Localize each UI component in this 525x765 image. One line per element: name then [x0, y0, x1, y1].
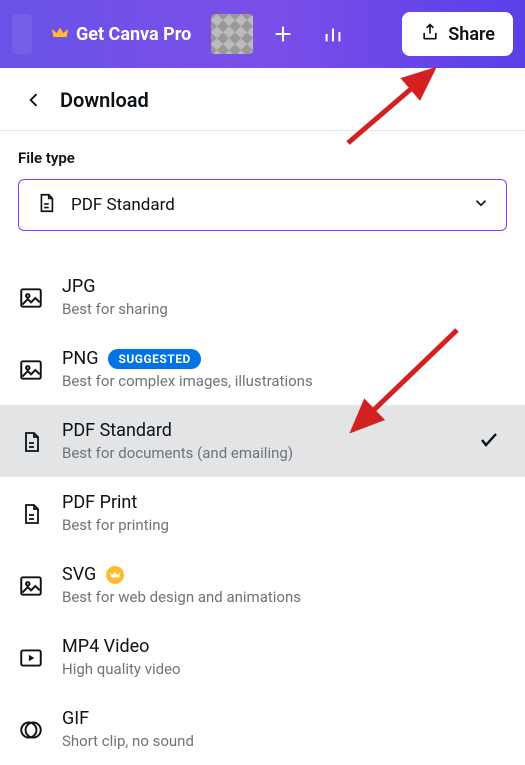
- file-type-label: File type: [18, 149, 507, 167]
- get-pro-label: Get Canva Pro: [76, 24, 191, 45]
- option-title: MP4 Video: [62, 636, 149, 657]
- option-title-row: GIF: [62, 708, 507, 729]
- gif-icon: [18, 717, 44, 743]
- option-title-row: PDF Standard: [62, 420, 459, 441]
- option-title: PDF Standard: [62, 420, 172, 441]
- add-button[interactable]: [263, 14, 303, 54]
- obscured-area: [211, 14, 253, 54]
- option-body: SVG Best for web design and animations: [62, 564, 507, 606]
- panel-title: Download: [60, 88, 149, 112]
- image-icon: [18, 357, 44, 383]
- option-subtitle: Short clip, no sound: [62, 732, 507, 750]
- file-type-option-jpg[interactable]: JPG Best for sharing: [0, 261, 525, 333]
- document-icon: [18, 501, 44, 527]
- file-type-option-mp4[interactable]: MP4 Video High quality video: [0, 621, 525, 693]
- option-subtitle: Best for printing: [62, 516, 507, 534]
- option-title-row: JPG: [62, 276, 507, 297]
- image-icon: [18, 285, 44, 311]
- file-type-option-svg[interactable]: SVG Best for web design and animations: [0, 549, 525, 621]
- option-title-row: PNG SUGGESTED: [62, 348, 507, 369]
- option-title-row: MP4 Video: [62, 636, 507, 657]
- option-subtitle: Best for sharing: [62, 300, 507, 318]
- crown-icon: [52, 25, 68, 44]
- topbar-left-stub: [12, 14, 32, 54]
- file-type-option-gif[interactable]: GIF Short clip, no sound: [0, 693, 525, 765]
- premium-crown-icon: [106, 566, 124, 584]
- share-label: Share: [448, 24, 495, 45]
- option-subtitle: High quality video: [62, 660, 507, 678]
- option-title: PNG: [62, 348, 98, 369]
- option-body: MP4 Video High quality video: [62, 636, 507, 678]
- file-type-option-pdf-print[interactable]: PDF Print Best for printing: [0, 477, 525, 549]
- option-title: SVG: [62, 564, 96, 585]
- option-title: PDF Print: [62, 492, 137, 513]
- file-type-section: File type PDF Standard: [0, 131, 525, 241]
- option-body: PDF Print Best for printing: [62, 492, 507, 534]
- option-title: JPG: [62, 276, 96, 297]
- option-title-row: PDF Print: [62, 492, 507, 513]
- option-subtitle: Best for web design and animations: [62, 588, 507, 606]
- image-icon: [18, 573, 44, 599]
- option-title: GIF: [62, 708, 89, 729]
- chevron-down-icon: [472, 194, 490, 216]
- option-body: JPG Best for sharing: [62, 276, 507, 318]
- document-icon: [18, 429, 44, 455]
- video-icon: [18, 645, 44, 671]
- option-subtitle: Best for documents (and emailing): [62, 444, 459, 462]
- check-icon: [477, 427, 501, 455]
- share-icon: [420, 22, 440, 47]
- share-button[interactable]: Share: [402, 12, 513, 56]
- option-body: PDF Standard Best for documents (and emai…: [62, 420, 459, 462]
- analytics-button[interactable]: [313, 14, 353, 54]
- document-icon: [35, 192, 57, 218]
- file-type-options-list: JPG Best for sharing PNG SUGGESTED Best for …: [0, 261, 525, 765]
- option-body: GIF Short clip, no sound: [62, 708, 507, 750]
- top-bar: Get Canva Pro Share: [0, 0, 525, 68]
- get-canva-pro-button[interactable]: Get Canva Pro: [42, 16, 201, 53]
- file-type-option-pdf-standard[interactable]: PDF Standard Best for documents (and emai…: [0, 405, 525, 477]
- option-title-row: SVG: [62, 564, 507, 585]
- option-body: PNG SUGGESTED Best for complex images, ill…: [62, 348, 507, 390]
- panel-header: Download: [0, 68, 525, 131]
- back-button[interactable]: [24, 90, 44, 110]
- option-subtitle: Best for complex images, illustrations: [62, 372, 507, 390]
- file-type-selected-value: PDF Standard: [71, 195, 458, 215]
- file-type-select[interactable]: PDF Standard: [18, 179, 507, 231]
- file-type-option-png[interactable]: PNG SUGGESTED Best for complex images, ill…: [0, 333, 525, 405]
- suggested-badge: SUGGESTED: [108, 349, 200, 369]
